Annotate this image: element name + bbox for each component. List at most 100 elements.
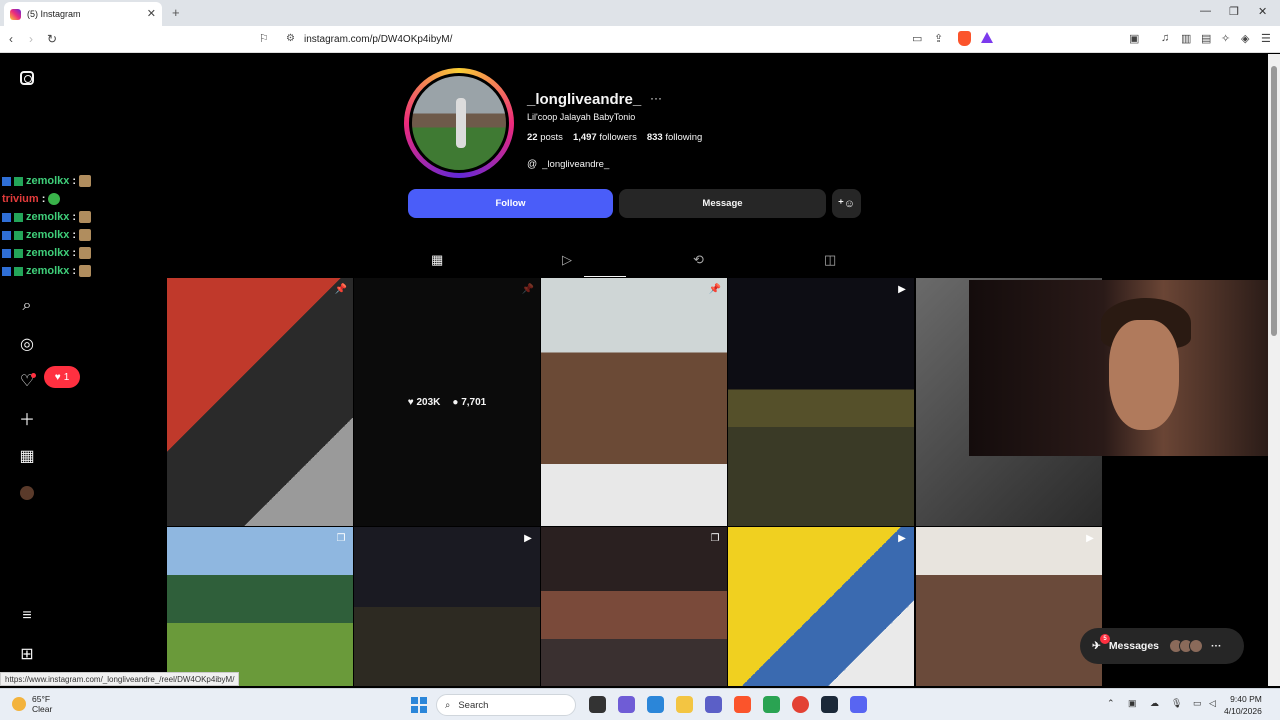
tray-overflow-icon[interactable]: ⌃	[1107, 698, 1115, 709]
apps-icon[interactable]: ⊞	[15, 642, 39, 666]
tab-posts-grid-icon[interactable]: ▦	[431, 252, 443, 268]
new-tab-button[interactable]: +	[172, 5, 180, 20]
badge-icon	[2, 212, 11, 222]
post-tile[interactable]: 📌	[167, 278, 353, 526]
chat-username: zemolkx	[26, 265, 70, 277]
taskbar-clock[interactable]: 9:40 PM 4/10/2026	[1224, 693, 1262, 717]
post-tile[interactable]: ▶	[728, 527, 914, 686]
badge-icon	[14, 230, 23, 240]
follow-button[interactable]: Follow	[408, 189, 613, 218]
leo-icon[interactable]: ✧	[1221, 32, 1230, 45]
post-tile[interactable]: ▶	[916, 527, 1102, 686]
notifications-heart-icon[interactable]: ♡	[15, 369, 39, 393]
tray-app-icon[interactable]: ▣	[1128, 698, 1137, 709]
explore-icon[interactable]: ◎	[15, 332, 39, 356]
close-window-button[interactable]: ✕	[1258, 5, 1267, 18]
onedrive-icon[interactable]: ☁	[1150, 698, 1159, 709]
post-tile[interactable]: ❐	[167, 527, 353, 686]
post-tile[interactable]: 📌	[541, 278, 727, 526]
tab-title: (5) Instagram	[27, 9, 81, 19]
post-tile[interactable]: ❐	[541, 527, 727, 686]
cast-icon[interactable]: ▭	[912, 32, 922, 45]
tab-reels-icon[interactable]: ▷	[562, 252, 572, 268]
address-bar[interactable]: ⚙ instagram.com/p/DW4OKp4ibyM/	[280, 30, 1000, 49]
messages-button[interactable]: ✈ 5 Messages ···	[1080, 628, 1244, 664]
media-icon[interactable]: ♫	[1161, 32, 1169, 44]
back-icon[interactable]: ‹	[9, 32, 13, 46]
share-icon[interactable]: ⇪	[934, 32, 943, 45]
followers-stat[interactable]: 1,497 followers	[573, 132, 637, 143]
chat-separator: :	[72, 229, 77, 241]
start-button[interactable]	[411, 697, 427, 713]
likes-stat: ♥ 203K	[407, 396, 441, 408]
brave-shields-icon[interactable]	[958, 31, 971, 46]
minimize-button[interactable]: —	[1200, 5, 1211, 17]
search-icon[interactable]: ⌕	[15, 294, 39, 318]
sidebar-icon[interactable]: ▥	[1181, 32, 1191, 45]
post-tile[interactable]: ▶	[354, 527, 540, 686]
chrome-icon[interactable]	[792, 696, 809, 713]
messages-label: Messages	[1108, 640, 1160, 652]
steam-icon[interactable]	[821, 696, 838, 713]
options-more-icon[interactable]: ···	[650, 91, 662, 105]
message-button[interactable]: Message	[619, 189, 826, 218]
task-view-icon[interactable]	[589, 696, 606, 713]
dashboard-icon[interactable]: ▦	[15, 444, 39, 468]
site-info-icon[interactable]: ⚙	[286, 33, 295, 44]
network-icon[interactable]: ▭	[1193, 698, 1202, 709]
tab-close-icon[interactable]: ✕	[147, 7, 156, 20]
reel-icon: ▶	[524, 532, 532, 544]
bookmark-icon[interactable]: ⚐	[259, 32, 269, 45]
profile-nav-item[interactable]	[15, 481, 39, 505]
profile-avatar-story-ring[interactable]	[404, 68, 514, 178]
link-status-bar: https://www.instagram.com/_longliveandre…	[0, 672, 240, 686]
threads-link[interactable]: @ _longliveandre_	[527, 159, 609, 170]
notification-pill[interactable]: ♥ 1	[44, 366, 80, 388]
chat-username: zemolkx	[26, 211, 70, 223]
chat-separator: :	[72, 265, 77, 277]
maximize-button[interactable]: ❐	[1229, 5, 1239, 18]
avatar	[1189, 639, 1204, 653]
wallet-icon[interactable]: ▤	[1201, 32, 1211, 45]
suggest-accounts-button[interactable]: ⁺☺	[832, 189, 861, 218]
chat-username: zemolkx	[26, 247, 70, 259]
badge-icon	[14, 212, 23, 222]
weather-widget[interactable]: 65°F Clear	[12, 694, 52, 714]
instagram-logo-icon[interactable]	[15, 66, 39, 90]
volume-icon[interactable]: ◁	[1209, 698, 1216, 709]
badge-icon	[2, 248, 11, 258]
microphone-icon[interactable]: 🎙	[1171, 698, 1182, 709]
vpn-icon[interactable]: ◈	[1241, 32, 1249, 45]
tab-reposts-icon[interactable]: ⟲	[693, 252, 704, 268]
file-explorer-icon[interactable]	[676, 696, 693, 713]
page-scrollbar[interactable]	[1268, 54, 1280, 686]
post-tile[interactable]: 📌 ♥ 203K ● 7,701	[354, 278, 540, 526]
chat-line: zemolkx:	[2, 226, 112, 244]
browser-tab-instagram[interactable]: (5) Instagram ✕	[4, 2, 162, 26]
menu-icon[interactable]: ☰	[1261, 32, 1271, 45]
tab-tagged-icon[interactable]: ◫	[824, 252, 836, 268]
taskbar-search[interactable]: ⌕ Search	[436, 694, 576, 716]
following-stat[interactable]: 833 following	[647, 132, 702, 143]
create-icon[interactable]: ＋	[15, 406, 39, 430]
tab-search-icon[interactable]: ▣	[1129, 32, 1139, 45]
posts-grid: 📌 📌 ♥ 203K ● 7,701 📌 ▶ ❐ ▶ ❐ ▶ ▶	[167, 278, 1103, 686]
app-icon[interactable]	[763, 696, 780, 713]
store-icon[interactable]	[647, 696, 664, 713]
emote-icon	[48, 193, 61, 205]
profile-username: _longliveandre_	[527, 91, 642, 108]
teams-icon[interactable]	[705, 696, 722, 713]
brave-rewards-icon[interactable]	[981, 32, 993, 43]
profile-full-name: Lil'coop Jalayah BabyTonio	[527, 112, 636, 122]
discord-icon[interactable]	[850, 696, 867, 713]
chat-line: zemolkx:	[2, 172, 112, 190]
forward-icon[interactable]: ›	[29, 32, 33, 46]
more-menu-icon[interactable]: ≡	[15, 604, 39, 628]
post-tile[interactable]: ▶	[728, 278, 914, 526]
emote-icon	[79, 211, 92, 223]
copilot-icon[interactable]	[618, 696, 635, 713]
brave-icon[interactable]	[734, 696, 751, 713]
reel-icon: ▶	[898, 532, 906, 544]
threads-icon: @	[527, 159, 538, 170]
reload-icon[interactable]: ↻	[47, 32, 57, 46]
